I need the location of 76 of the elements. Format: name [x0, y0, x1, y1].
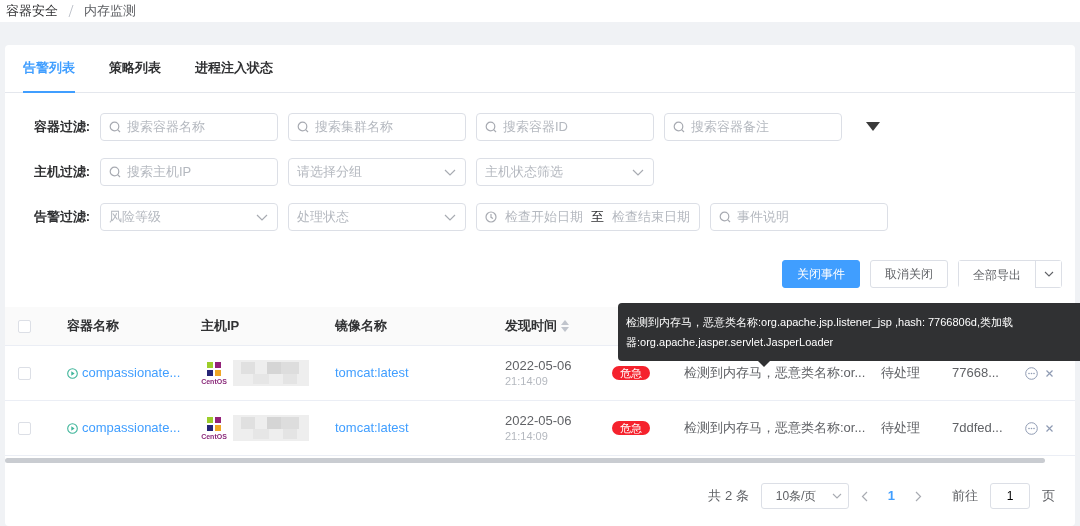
- chevron-down-icon: [1043, 271, 1054, 277]
- more-icon[interactable]: [1025, 366, 1038, 380]
- filter-label: 容器过滤:: [32, 117, 90, 136]
- status-cell: 待处理: [881, 365, 920, 381]
- description-cell: 检测到内存马，恶意类名称:or...: [684, 365, 866, 381]
- checkbox[interactable]: [18, 421, 31, 435]
- page-suffix: 页: [1042, 487, 1055, 506]
- chevron-down-icon: [632, 168, 644, 176]
- time-text: 21:14:09: [505, 374, 549, 388]
- secondary-button[interactable]: 取消关闭: [870, 260, 948, 288]
- search-field[interactable]: 搜索容器名称: [100, 112, 278, 141]
- search-field[interactable]: 搜索集群名称: [288, 112, 466, 141]
- select-field[interactable]: 请选择分组: [288, 157, 466, 186]
- column-header: 主机IP: [201, 317, 240, 336]
- goto-label: 前往: [952, 487, 978, 506]
- chevron-down-icon: [444, 213, 456, 221]
- close-icon[interactable]: [1046, 424, 1053, 432]
- play-circle-icon: [67, 422, 78, 434]
- page-size-select[interactable]: 10条/页: [760, 483, 849, 509]
- chevron-down-icon: [831, 493, 842, 499]
- chevron-down-icon: [444, 168, 456, 176]
- search-field[interactable]: 搜索容器备注: [664, 112, 842, 141]
- search-field[interactable]: 事件说明: [710, 202, 888, 231]
- search-field[interactable]: 搜索容器ID: [476, 112, 654, 141]
- more-icon[interactable]: [1025, 421, 1038, 435]
- filter-label: 主机过滤:: [32, 162, 90, 181]
- column-header: 镜像名称: [335, 317, 387, 336]
- pinwheel-icon: [205, 415, 223, 433]
- select-field[interactable]: 主机状态筛选: [476, 157, 654, 186]
- scrollbar[interactable]: [5, 458, 1045, 463]
- start-date-input[interactable]: 检查开始日期: [503, 205, 585, 228]
- search-icon: [719, 210, 731, 223]
- search-icon: [485, 120, 497, 133]
- search-icon: [673, 120, 685, 133]
- hash-cell: 7ddfed...: [952, 420, 1003, 436]
- risk-badge: 危急: [612, 366, 650, 381]
- filter-label: 告警过滤:: [32, 207, 90, 226]
- sort-icon[interactable]: [561, 320, 569, 332]
- date-text: 2022-05-06: [505, 413, 573, 429]
- column-header: 容器名称: [67, 317, 119, 336]
- total-count: 共 2 条: [708, 487, 749, 506]
- end-date-input[interactable]: 检查结束日期: [609, 205, 691, 228]
- column-header[interactable]: 发现时间: [505, 316, 557, 336]
- select-field[interactable]: 风险等级: [100, 202, 278, 231]
- dropdown-toggle[interactable]: [1035, 261, 1061, 287]
- prev-page-icon[interactable]: [860, 490, 868, 502]
- pinwheel-icon: [205, 360, 223, 378]
- separator-icon: [68, 4, 74, 18]
- search-icon: [109, 120, 121, 133]
- breadcrumb-item: 内存监测: [84, 2, 136, 20]
- checkbox[interactable]: [18, 366, 31, 380]
- description-cell: 检测到内存马，恶意类名称:or...: [684, 420, 866, 436]
- time-text: 21:14:09: [505, 429, 549, 443]
- date-text: 2022-05-06: [505, 358, 573, 374]
- search-icon: [297, 120, 309, 133]
- select-field[interactable]: 处理状态: [288, 202, 466, 231]
- export-button[interactable]: 全部导出: [959, 261, 1035, 289]
- range-separator: 至: [590, 207, 604, 226]
- close-icon[interactable]: [1046, 369, 1053, 377]
- clock-icon: [485, 210, 497, 223]
- page-input[interactable]: 1: [990, 483, 1030, 509]
- risk-badge: 危急: [612, 421, 650, 436]
- tooltip-arrow: [758, 361, 770, 367]
- play-circle-icon: [67, 367, 78, 379]
- date-range-field[interactable]: 检查开始日期 至 检查结束日期: [476, 202, 700, 231]
- tab[interactable]: 进程注入状态: [195, 45, 273, 93]
- breadcrumb-item[interactable]: 容器安全: [6, 2, 58, 20]
- expand-toggle-icon[interactable]: [866, 122, 880, 131]
- checkbox[interactable]: [18, 319, 31, 333]
- hash-cell: 77668...: [952, 365, 999, 381]
- status-cell: 待处理: [881, 420, 920, 436]
- next-page-icon[interactable]: [915, 490, 922, 502]
- search-icon: [109, 165, 121, 178]
- chevron-down-icon: [256, 213, 268, 221]
- tab[interactable]: 策略列表: [109, 45, 161, 93]
- search-field[interactable]: 搜索主机IP: [100, 157, 278, 186]
